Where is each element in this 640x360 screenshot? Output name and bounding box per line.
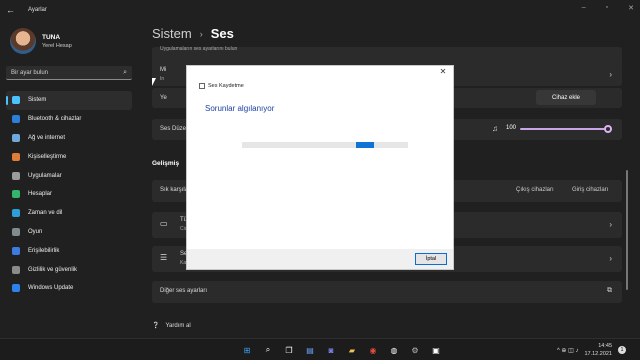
troubleshoot-label: Sık karşıla: [160, 187, 189, 193]
sidebar-item-personalization[interactable]: Kişiselleştirme: [6, 147, 132, 166]
sidebar-item-bluetooth[interactable]: Bluetooth & cihazlar: [6, 110, 132, 129]
window-titlebar: ← Ayarlar – ▫ ✕: [0, 0, 640, 20]
refresh-icon: [12, 284, 20, 293]
brush-icon: [12, 152, 20, 161]
progress-indicator: [356, 142, 374, 148]
sidebar-item-time-language[interactable]: Zaman ve dil: [6, 204, 132, 223]
bluetooth-icon: [12, 115, 20, 124]
settings-gear-icon[interactable]: ⚙: [408, 343, 422, 357]
card-top-text: Uygulamaların ses ayarlarını bulun: [160, 46, 238, 52]
card-more-sound-settings[interactable]: Diğer ses ayarları ⧉: [152, 281, 622, 303]
accessibility-icon: [12, 246, 20, 255]
app-title: Ayarlar: [28, 7, 47, 13]
get-help-label: Yardım al: [165, 322, 191, 329]
avatar: [10, 28, 36, 54]
troubleshooter-taskbar-icon[interactable]: ▣: [429, 343, 443, 357]
sidebar-item-network[interactable]: Ağ ve internet: [6, 129, 132, 148]
volume-label: Ses Düze: [160, 126, 187, 132]
volume-slider-thumb[interactable]: [604, 125, 612, 133]
input-devices-link[interactable]: Giriş cihazları: [572, 187, 608, 193]
external-link-icon: ⧉: [607, 287, 612, 294]
more-sound-settings-label: Diğer ses ayarları: [160, 288, 208, 294]
chat-icon[interactable]: ◙: [324, 343, 338, 357]
chevron-right-icon: ›: [609, 70, 612, 79]
profile-name: TUNA: [42, 33, 61, 41]
sidebar-item-apps[interactable]: Uygulamalar: [6, 166, 132, 185]
troubleshooter-icon: [199, 83, 205, 89]
sidebar-item-sistem[interactable]: Sistem: [6, 91, 132, 110]
start-icon[interactable]: ⊞: [240, 343, 254, 357]
sidebar-item-accessibility[interactable]: Erişilebilirlik: [6, 241, 132, 260]
scrollbar[interactable]: [626, 170, 628, 290]
dialog-title-text: Ses Kaydetme: [208, 83, 244, 89]
clock-date: 17.12.2021: [584, 351, 612, 357]
speaker-icon[interactable]: ♫: [492, 124, 498, 133]
chevron-right-icon: ›: [199, 28, 203, 39]
apps-icon: [12, 171, 20, 180]
volume-value: 100: [506, 125, 517, 131]
search-placeholder: Bir ayar bulun: [11, 69, 49, 76]
sidebar-item-gaming[interactable]: Oyun: [6, 223, 132, 242]
close-button[interactable]: ✕: [628, 4, 634, 12]
task-view-icon[interactable]: ❐: [282, 343, 296, 357]
shield-icon: [12, 265, 20, 274]
notification-badge[interactable]: 1: [618, 346, 626, 354]
minimize-button[interactable]: –: [582, 4, 586, 12]
monitor-icon: [12, 96, 20, 105]
search-icon: ⌕: [123, 68, 127, 76]
clock[interactable]: 14:45 17.12.2021: [584, 342, 612, 358]
troubleshooter-dialog: ✕ Ses Kaydetme Sorunlar algılanıyor İpta…: [186, 65, 454, 270]
sidebar-item-privacy[interactable]: Gizlilik ve güvenlik: [6, 260, 132, 279]
output-devices-link[interactable]: Çıkış cihazları: [516, 187, 554, 193]
dialog-footer: İptal: [187, 249, 453, 269]
taskbar-icons: ⊞ ⌕ ❐ ▤ ◙ ▰ ◉ ◍ ⚙ ▣: [240, 343, 443, 357]
sidebar-item-accounts[interactable]: Hesaplar: [6, 185, 132, 204]
chevron-right-icon: ›: [609, 254, 612, 263]
sidebar: TUNA Yerel Hesap Bir ayar bulun ⌕ Sistem…: [0, 20, 140, 338]
page-title: Ses: [210, 26, 234, 41]
help-icon: ❔: [152, 323, 160, 329]
sidebar-nav: Sistem Bluetooth & cihazlar Ağ ve intern…: [6, 91, 132, 298]
system-tray: ^ ⊕ ◫ ♪ 14:45 17.12.2021 1: [557, 342, 626, 358]
person-icon: [12, 190, 20, 199]
obs-icon[interactable]: ◍: [387, 343, 401, 357]
gamepad-icon: [12, 227, 20, 236]
user-profile[interactable]: TUNA Yerel Hesap: [10, 28, 72, 54]
window-controls: – ▫ ✕: [582, 4, 634, 12]
devices-icon: ▭: [160, 219, 168, 228]
file-explorer-icon[interactable]: ▰: [345, 343, 359, 357]
breadcrumb-parent[interactable]: Sistem: [152, 26, 192, 41]
output-device-sub: In: [160, 76, 165, 82]
output-device-label: Mi: [160, 67, 167, 73]
chevron-right-icon: ›: [609, 220, 612, 229]
back-arrow-icon[interactable]: ←: [6, 5, 20, 15]
search-icon[interactable]: ⌕: [261, 343, 275, 357]
dialog-close-button[interactable]: ✕: [437, 67, 449, 76]
add-device-button[interactable]: Cihaz ekle: [536, 90, 596, 105]
maximize-button[interactable]: ▫: [606, 4, 608, 12]
section-advanced: Gelişmiş: [152, 160, 180, 167]
breadcrumb: Sistem › Ses: [152, 26, 234, 41]
sidebar-item-windows-update[interactable]: Windows Update: [6, 279, 132, 298]
get-help-link[interactable]: ❔ Yardım al: [152, 322, 191, 330]
widgets-icon[interactable]: ▤: [303, 343, 317, 357]
dialog-title: Ses Kaydetme: [199, 83, 244, 89]
globe-clock-icon: [12, 209, 20, 218]
dialog-heading: Sorunlar algılanıyor: [205, 104, 275, 113]
wifi-icon: [12, 133, 20, 142]
taskbar: ⊞ ⌕ ❐ ▤ ◙ ▰ ◉ ◍ ⚙ ▣ ^ ⊕ ◫ ♪ 14:45 17.12.…: [0, 338, 640, 360]
mixer-icon: ☰: [160, 253, 168, 262]
search-input[interactable]: Bir ayar bulun ⌕: [6, 66, 132, 80]
progress-bar: [242, 142, 408, 148]
mouse-cursor-icon: [152, 78, 156, 86]
cancel-button[interactable]: İptal: [415, 253, 447, 265]
pair-device-label: Ye: [160, 95, 167, 101]
tray-icons[interactable]: ^ ⊕ ◫ ♪: [557, 347, 579, 354]
profile-account-type: Yerel Hesap: [42, 42, 72, 49]
clock-time: 14:45: [598, 343, 612, 349]
chrome-icon[interactable]: ◉: [366, 343, 380, 357]
volume-slider[interactable]: [520, 128, 608, 130]
